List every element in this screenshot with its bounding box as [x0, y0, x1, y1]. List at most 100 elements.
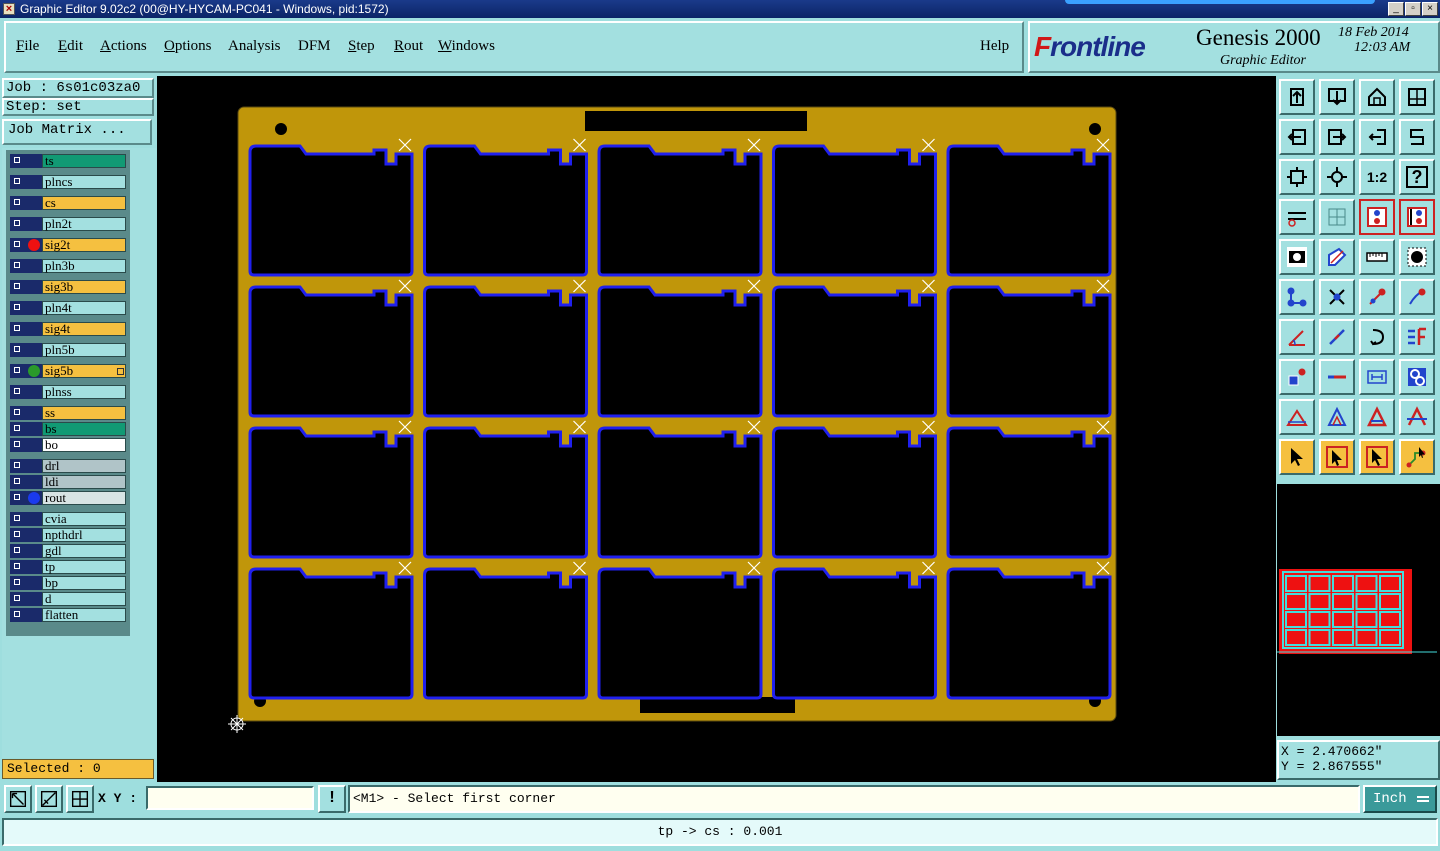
select-pointer-tool[interactable]: [1279, 439, 1315, 475]
layer-color-slot[interactable]: [26, 491, 42, 505]
layer-row[interactable]: sig4t: [10, 322, 126, 336]
rotate-tool[interactable]: [1359, 319, 1395, 355]
layer-row[interactable]: tp: [10, 560, 126, 574]
select-touch-tool[interactable]: [1359, 439, 1395, 475]
layer-row[interactable]: pln2t: [10, 217, 126, 231]
zoom-1-2-tool[interactable]: 1:2: [1359, 159, 1395, 195]
layer-checkbox[interactable]: [10, 175, 26, 189]
menu-item[interactable]: Options: [164, 38, 212, 55]
layer-row[interactable]: npthdrl: [10, 528, 126, 542]
zoom-area-button[interactable]: [4, 785, 32, 813]
draw-tool[interactable]: [1319, 239, 1355, 275]
layers-list-tool[interactable]: [1399, 199, 1435, 235]
layer-row[interactable]: plnss: [10, 385, 126, 399]
layer-color-slot[interactable]: [26, 576, 42, 590]
layer-color-slot[interactable]: [26, 544, 42, 558]
exclamation-button[interactable]: !: [318, 785, 346, 813]
layer-color-slot[interactable]: [26, 475, 42, 489]
layer-row[interactable]: plncs: [10, 175, 126, 189]
tools-tool[interactable]: [1279, 199, 1315, 235]
triangle-alt-tool[interactable]: [1319, 399, 1355, 435]
maximize-button[interactable]: ▫: [1405, 2, 1421, 16]
layer-checkbox[interactable]: [10, 576, 26, 590]
layer-checkbox[interactable]: [10, 364, 26, 378]
menu-item[interactable]: Actions: [100, 38, 147, 55]
layer-color-slot[interactable]: [26, 322, 42, 336]
triangle-line-tool[interactable]: [1399, 399, 1435, 435]
layer-color-slot[interactable]: [26, 608, 42, 622]
menu-item[interactable]: Windows: [438, 38, 495, 55]
menu-item[interactable]: Edit: [58, 38, 83, 55]
layer-checkbox[interactable]: [10, 196, 26, 210]
help-tool[interactable]: ?: [1399, 159, 1435, 195]
select-box-tool[interactable]: [1319, 439, 1355, 475]
board-drawing[interactable]: [157, 76, 1276, 782]
xy-input[interactable]: [146, 786, 314, 810]
layer-color-slot[interactable]: [26, 217, 42, 231]
zoom-center-tool[interactable]: [1319, 159, 1355, 195]
layer-color-slot[interactable]: [26, 438, 42, 452]
layer-color-slot[interactable]: [26, 343, 42, 357]
layer-color-slot[interactable]: [26, 560, 42, 574]
layer-checkbox[interactable]: [10, 322, 26, 336]
layer-color-slot[interactable]: [26, 301, 42, 315]
layer-color-slot[interactable]: [26, 422, 42, 436]
layer-checkbox[interactable]: [10, 459, 26, 473]
swap-tool[interactable]: [1399, 119, 1435, 155]
layer-checkbox[interactable]: [10, 560, 26, 574]
layer-color-slot[interactable]: [26, 154, 42, 168]
menu-item[interactable]: File: [16, 38, 39, 55]
layer-row[interactable]: ldi: [10, 475, 126, 489]
layer-row[interactable]: sig5b: [10, 364, 126, 378]
layer-checkbox[interactable]: [10, 422, 26, 436]
menu-item[interactable]: Rout: [394, 38, 423, 55]
select-net-tool[interactable]: [1399, 439, 1435, 475]
layer-color-slot[interactable]: [26, 259, 42, 273]
layer-row[interactable]: cs: [10, 196, 126, 210]
snapshot-tool[interactable]: [1279, 239, 1315, 275]
layer-row[interactable]: drl: [10, 459, 126, 473]
move-down-tool[interactable]: [1319, 79, 1355, 115]
layer-checkbox[interactable]: [10, 406, 26, 420]
layer-checkbox[interactable]: [10, 259, 26, 273]
layer-checkbox[interactable]: [10, 154, 26, 168]
triangle-tool[interactable]: [1279, 399, 1315, 435]
flip-tool[interactable]: [1399, 319, 1435, 355]
move-left-tool[interactable]: [1279, 119, 1315, 155]
layer-row[interactable]: ss: [10, 406, 126, 420]
zoom-fit-tool[interactable]: [1279, 159, 1315, 195]
layer-color-slot[interactable]: [26, 512, 42, 526]
job-matrix-button[interactable]: Job Matrix ...: [2, 119, 152, 145]
layer-checkbox[interactable]: [10, 544, 26, 558]
layer-checkbox[interactable]: [10, 592, 26, 606]
arc-dot-tool[interactable]: [1399, 279, 1435, 315]
layer-checkbox[interactable]: [10, 280, 26, 294]
connect-tool[interactable]: [1279, 279, 1315, 315]
layers-compare-tool[interactable]: [1359, 199, 1395, 235]
layer-row[interactable]: pln4t: [10, 301, 126, 315]
layer-row[interactable]: sig2t: [10, 238, 126, 252]
layer-row[interactable]: rout: [10, 491, 126, 505]
menu-item[interactable]: Analysis: [228, 38, 281, 55]
layer-row[interactable]: bo: [10, 438, 126, 452]
menu-item[interactable]: DFM: [298, 38, 331, 55]
layer-color-slot[interactable]: [26, 280, 42, 294]
layer-color-slot[interactable]: [26, 175, 42, 189]
layer-checkbox[interactable]: [10, 438, 26, 452]
graphic-canvas[interactable]: [157, 76, 1276, 782]
layer-checkbox[interactable]: [10, 238, 26, 252]
layer-color-slot[interactable]: [26, 385, 42, 399]
layer-checkbox[interactable]: [10, 491, 26, 505]
window-split-tool[interactable]: [1399, 79, 1435, 115]
layer-color-slot[interactable]: [26, 592, 42, 606]
close-button[interactable]: ×: [1422, 2, 1438, 16]
minus-tool[interactable]: [1319, 359, 1355, 395]
layer-color-slot[interactable]: [26, 238, 42, 252]
move-up-tool[interactable]: [1279, 79, 1315, 115]
layer-checkbox[interactable]: [10, 528, 26, 542]
layer-row[interactable]: bs: [10, 422, 126, 436]
angle-tool[interactable]: [1279, 319, 1315, 355]
layer-row[interactable]: ts: [10, 154, 126, 168]
layer-checkbox[interactable]: [10, 301, 26, 315]
layer-row[interactable]: cvia: [10, 512, 126, 526]
